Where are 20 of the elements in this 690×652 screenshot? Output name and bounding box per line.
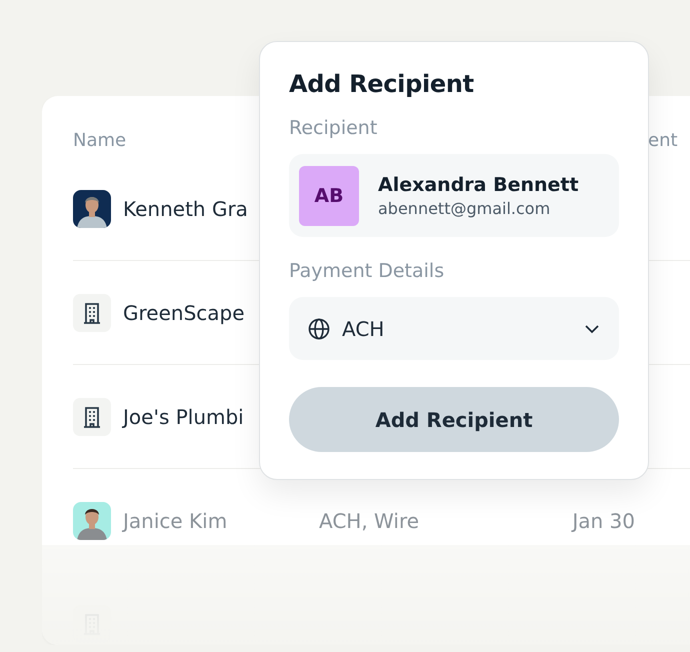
section-label: Payment Details bbox=[289, 259, 446, 283]
chevron-down-icon bbox=[584, 324, 600, 334]
date: Jan 30 bbox=[572, 508, 635, 532]
dialog-title: Add Recipient bbox=[289, 69, 475, 100]
recipient-card[interactable]: AB Alexandra Bennett abennett@gmail.com bbox=[289, 154, 619, 237]
recipient-email: abennett@gmail.com bbox=[378, 198, 552, 218]
column-header: ent bbox=[648, 129, 679, 153]
payment-methods: ACH, Wire bbox=[319, 508, 420, 532]
section-label: Recipient bbox=[289, 116, 378, 140]
payment-method-select[interactable]: ACH bbox=[289, 297, 619, 360]
column-header: Name bbox=[73, 129, 128, 153]
building-icon bbox=[82, 406, 102, 428]
initials-avatar: AB bbox=[299, 166, 359, 226]
recipient-name: Janice Kim bbox=[123, 508, 228, 532]
building-icon bbox=[82, 302, 102, 324]
recipient-name: GreenScape bbox=[123, 300, 245, 324]
globe-icon bbox=[308, 318, 330, 340]
recipient-name: Joe's Plumbi bbox=[123, 404, 244, 428]
recipient-name: Alexandra Bennett bbox=[378, 174, 579, 196]
recipient-name: Kenneth Gra bbox=[123, 196, 248, 220]
